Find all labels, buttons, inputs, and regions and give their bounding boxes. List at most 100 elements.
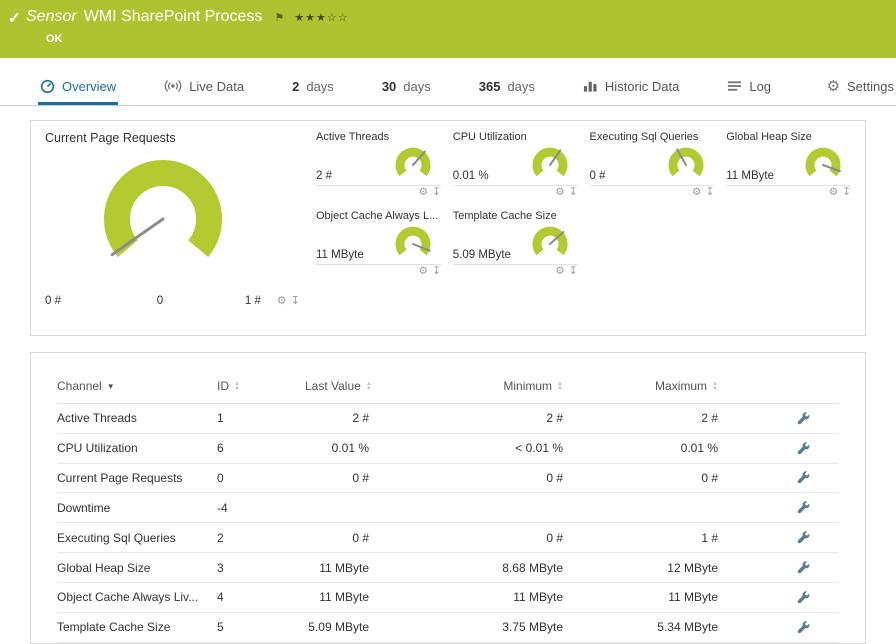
mini-gauge-title: Global Heap Size [726, 131, 812, 143]
tab-settings[interactable]: ⚙ Settings [825, 70, 896, 105]
max-value: 0 # [563, 463, 718, 494]
mini-gauge-value: 2 # [316, 170, 332, 182]
max-value: 0.01 % [563, 433, 718, 464]
mini-gauge: CPU Utilization 0.01 % ⚙ ↧ [452, 131, 578, 200]
sort-icon: ▲ ▼ [365, 380, 372, 392]
gear-icon[interactable]: ⚙ [419, 186, 428, 200]
channel-name: Downtime [57, 492, 217, 524]
gear-icon[interactable]: ⚙ [829, 186, 838, 200]
mini-gauge-body: 0 # [589, 146, 715, 186]
download-icon[interactable]: ↧ [842, 186, 851, 200]
table-row[interactable]: Downtime -4 [57, 492, 839, 524]
column-header-id[interactable]: ID ▲ ▼ [217, 375, 305, 404]
tab-log[interactable]: Log [725, 70, 773, 105]
main-gauge-title: Current Page Requests [45, 131, 176, 145]
sensor-title: WMI SharePoint Process [83, 8, 263, 25]
last-value: 0 # [305, 522, 369, 554]
mini-gauge-title: Object Cache Always L... [316, 210, 439, 222]
sort-icon: ▲ ▼ [557, 380, 563, 392]
wrench-icon[interactable] [797, 471, 811, 485]
tab-30-days[interactable]: 30 days [380, 70, 433, 105]
gear-icon[interactable]: ⚙ [419, 265, 428, 279]
download-icon[interactable]: ↧ [432, 186, 441, 200]
main-gauge-scale: 0 # 0 1 # ⚙ ↧ [45, 294, 300, 308]
table-row[interactable]: Executing Sql Queries 2 0 #0 #1 # [57, 522, 839, 554]
tab-day-count: 2 [292, 78, 300, 94]
gauges-panel: Current Page Requests 0 # 0 1 # ⚙ ↧ Acti… [30, 120, 866, 336]
mini-gauge-value: 11 MByte [316, 249, 364, 261]
priority-stars[interactable]: ★★★☆☆ [294, 11, 348, 24]
table-row[interactable]: Active Threads 1 2 #2 #2 # [57, 403, 839, 434]
mini-gauge-title: Active Threads [316, 131, 390, 143]
mini-gauge-dial [522, 147, 578, 185]
gear-icon[interactable]: ⚙ [277, 294, 287, 307]
column-header-minimum[interactable]: Minimum ▲ ▼ [369, 375, 563, 404]
column-header-channel[interactable]: Channel ▼ [57, 375, 217, 404]
last-value: 11 MByte [305, 552, 369, 583]
last-value: 11 MByte [305, 582, 369, 613]
table-row[interactable]: Global Heap Size 3 11 MByte 8.68 MByte 12 MB… [57, 552, 839, 583]
channel-settings-cell [718, 612, 839, 643]
tab-2-days[interactable]: 2 days [290, 70, 336, 105]
channel-settings-cell [718, 492, 839, 524]
channel-id: 1 [217, 403, 305, 434]
column-header-maximum[interactable]: Maximum ▲ ▼ [563, 375, 718, 404]
tab-live-data[interactable]: Live Data [162, 70, 246, 105]
wrench-icon[interactable] [797, 531, 811, 545]
min-value: 8.68 MByte [369, 552, 563, 583]
channels-panel: Channel ▼ ID ▲ ▼ Last Value ▲ ▼ Minimum ▲ ▼ Max… [30, 352, 866, 644]
min-value: 0 # [369, 522, 563, 554]
main-gauge: Current Page Requests 0 # 0 1 # ⚙ ↧ [45, 131, 300, 327]
tab-day-count: 365 [478, 78, 501, 94]
download-icon[interactable]: ↧ [569, 265, 578, 279]
min-value [369, 492, 563, 524]
wrench-icon[interactable] [797, 591, 811, 605]
download-icon[interactable]: ↧ [705, 186, 714, 200]
download-icon[interactable]: ↧ [432, 265, 441, 279]
wrench-icon[interactable] [797, 501, 811, 515]
wrench-icon[interactable] [797, 620, 811, 635]
min-value: 2 # [369, 403, 563, 434]
sensor-header: ✓ Sensor WMI SharePoint Process ⚑ ★★★☆☆ … [0, 0, 896, 58]
channel-id: 4 [217, 582, 305, 613]
download-icon[interactable]: ↧ [569, 186, 578, 200]
channel-settings-cell [718, 463, 839, 494]
gear-icon[interactable]: ⚙ [555, 265, 564, 279]
channel-id: 3 [217, 552, 305, 583]
wrench-icon[interactable] [797, 561, 811, 575]
sensor-type-label: Sensor [26, 8, 77, 25]
mini-gauge-value: 0.01 % [452, 170, 489, 182]
tab-overview[interactable]: Overview [38, 70, 119, 105]
table-header-row: Channel ▼ ID ▲ ▼ Last Value ▲ ▼ Minimum ▲ ▼ Max… [57, 375, 839, 404]
channel-name: Current Page Requests [57, 463, 217, 494]
column-header-actions [718, 375, 839, 404]
channel-name: Template Cache Size [57, 612, 217, 643]
mini-gauge-dial [385, 147, 441, 185]
tab-bar: Overview Live Data 2 days 30 days 365 da… [0, 70, 896, 106]
column-header-last-value[interactable]: Last Value ▲ ▼ [305, 375, 372, 404]
table-row[interactable]: Current Page Requests 0 0 #0 #0 # [57, 463, 839, 494]
mini-gauge-dial [522, 226, 578, 264]
tab-label: Historic Data [604, 78, 680, 94]
table-row[interactable]: Template Cache Size 5 5.09 MByte 3.75 MByte… [57, 612, 839, 643]
channel-settings-cell [718, 433, 839, 464]
tab-365-days[interactable]: 365 days [477, 70, 537, 105]
last-value: 5.09 MByte [305, 612, 369, 643]
mini-gauge-dial [795, 147, 851, 185]
tab-historic-data[interactable]: Historic Data [581, 70, 681, 105]
mini-gauges-grid: Active Threads 2 # ⚙ ↧ CPU Utilization 0.01 %… [300, 131, 851, 327]
sort-desc-icon: ▼ [106, 382, 115, 391]
wrench-icon[interactable] [797, 412, 811, 426]
gear-icon[interactable]: ⚙ [555, 186, 564, 200]
download-icon[interactable]: ↧ [291, 294, 300, 307]
wrench-icon[interactable] [797, 441, 811, 456]
gear-icon[interactable]: ⚙ [692, 186, 701, 200]
table-row[interactable]: Object Cache Always Liv... 4 11 MByte 11 MB… [57, 582, 839, 613]
max-value: 5.34 MByte [563, 612, 718, 643]
overview-gauge-icon [40, 79, 55, 93]
flag-icon[interactable]: ⚑ [274, 11, 284, 24]
log-list-icon [728, 80, 742, 91]
table-row[interactable]: CPU Utilization 6 0.01 % < 0.01 % 0.01 % [57, 433, 839, 464]
mini-gauge-dial [658, 147, 714, 185]
mini-gauge-title: Template Cache Size [452, 210, 557, 222]
